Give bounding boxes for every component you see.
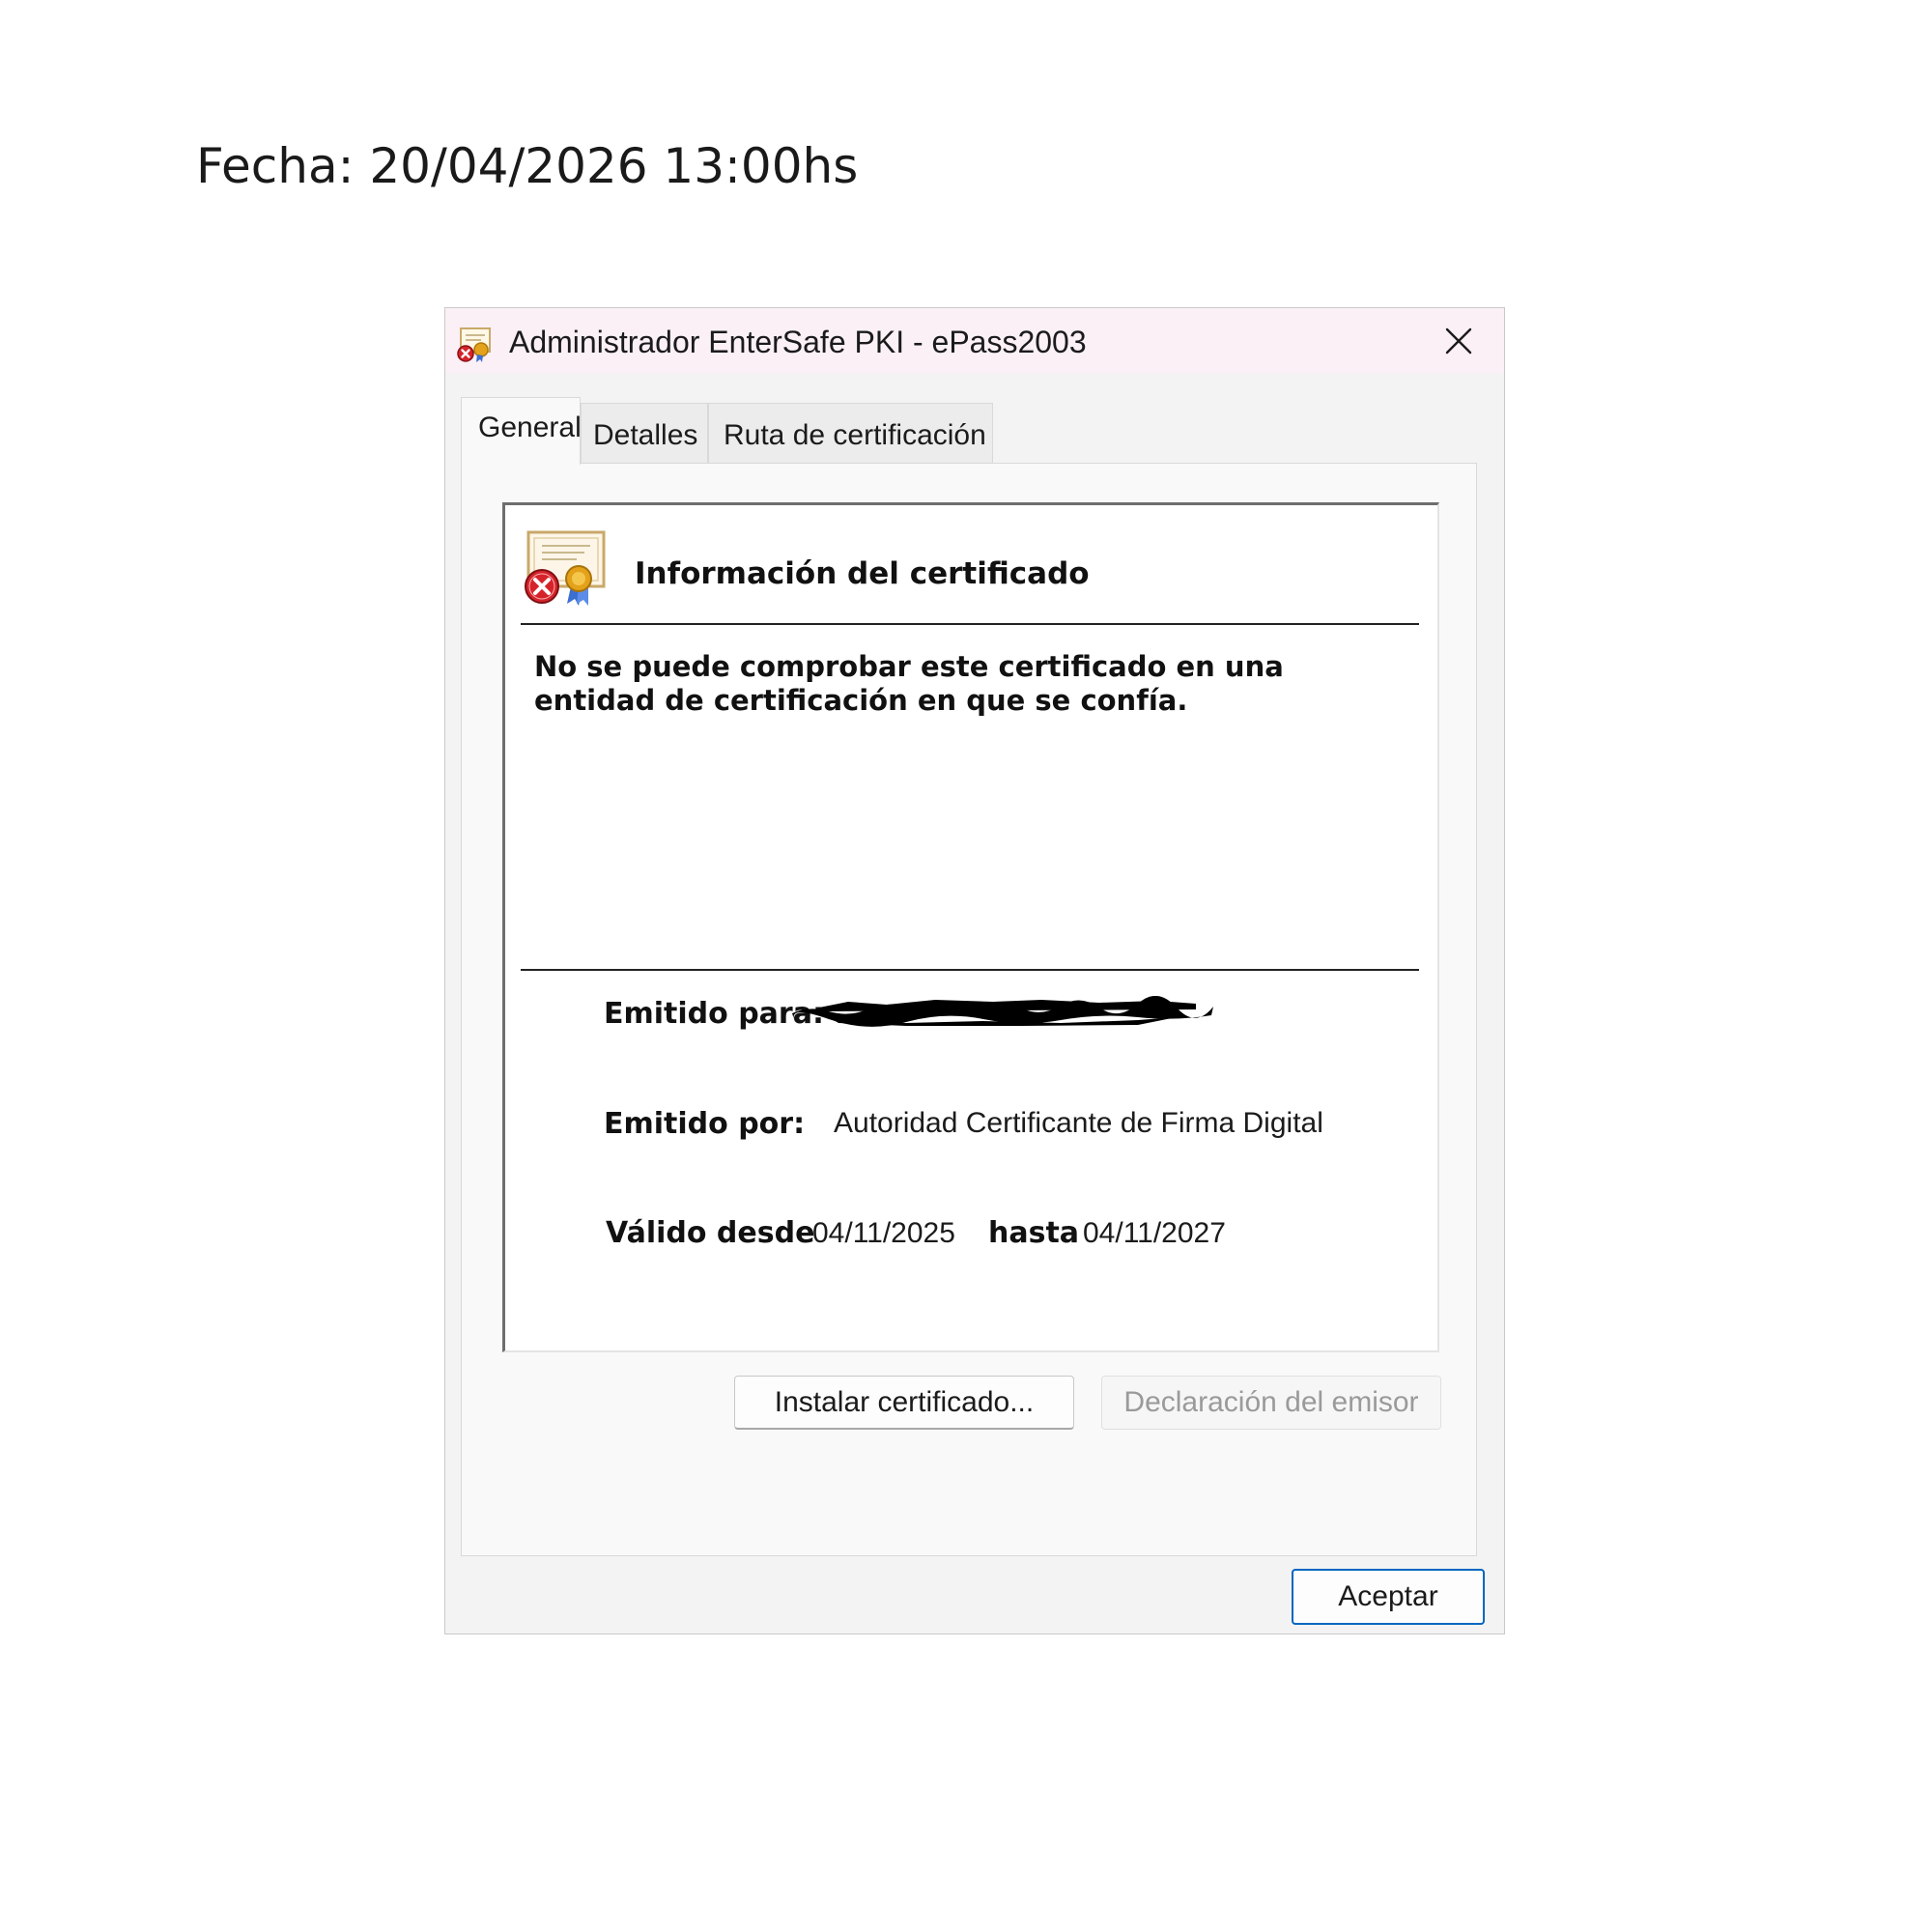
install-certificate-button[interactable]: Instalar certificado... xyxy=(734,1376,1074,1430)
date-label: Fecha: 20/04/2026 13:00hs xyxy=(196,138,859,194)
trust-warning-line-1: No se puede comprobar este certificado e… xyxy=(534,650,1284,683)
certificate-error-icon xyxy=(521,530,608,608)
tab-general[interactable]: General xyxy=(461,397,582,465)
title-bar[interactable]: Administrador EnterSafe PKI - ePass2003 xyxy=(445,308,1504,374)
certificate-error-icon xyxy=(455,326,494,364)
window-title: Administrador EnterSafe PKI - ePass2003 xyxy=(509,325,1087,359)
certificate-info-heading: Información del certificado xyxy=(635,556,1090,591)
ok-button[interactable]: Aceptar xyxy=(1292,1569,1485,1625)
tab-detalles[interactable]: Detalles xyxy=(581,403,708,463)
issuer-statement-button[interactable]: Declaración del emisor xyxy=(1101,1376,1441,1430)
certificate-info-box: Información del certificado No se puede … xyxy=(502,502,1439,1352)
valid-from-value: 04/11/2025 xyxy=(812,1217,955,1249)
trust-warning-line-2: entidad de certificación en que se confí… xyxy=(534,684,1188,717)
general-tab-panel: Información del certificado No se puede … xyxy=(461,463,1477,1556)
tab-ruta-de-certificacion[interactable]: Ruta de certificación xyxy=(708,403,993,463)
redacted-name xyxy=(790,995,1215,1027)
divider xyxy=(521,623,1419,625)
valid-to-label: hasta xyxy=(988,1216,1080,1250)
valid-to-value: 04/11/2027 xyxy=(1083,1217,1226,1249)
issued-by-label: Emitido por: xyxy=(604,1107,806,1141)
valid-from-label: Válido desde xyxy=(606,1216,815,1250)
trust-warning-text: No se puede comprobar este certificado e… xyxy=(534,650,1307,718)
close-icon xyxy=(1445,327,1472,355)
issued-by-value: Autoridad Certificante de Firma Digital xyxy=(834,1107,1323,1139)
close-button[interactable] xyxy=(1413,308,1504,374)
certificate-dialog: Administrador EnterSafe PKI - ePass2003 … xyxy=(444,307,1505,1634)
divider xyxy=(521,969,1419,971)
